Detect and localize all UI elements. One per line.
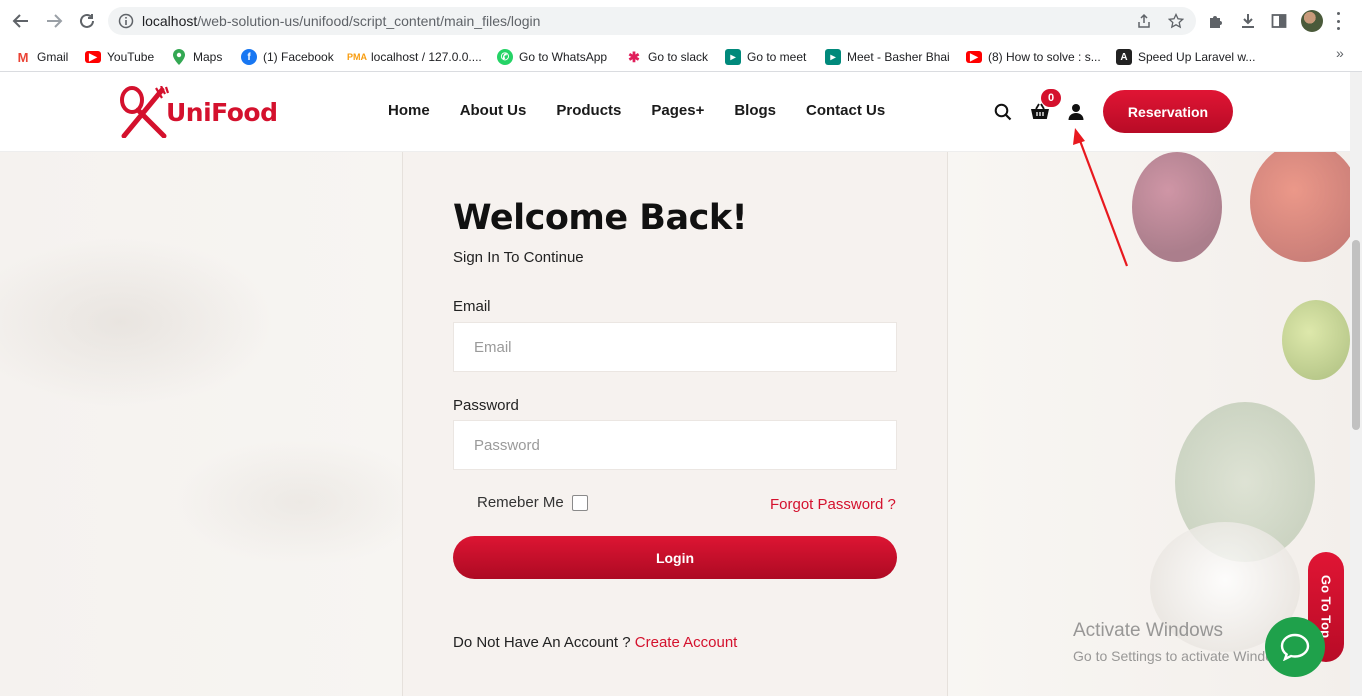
bookmark-meet[interactable]: ▸ Go to meet — [725, 46, 806, 68]
login-title: Welcome Back! — [453, 198, 748, 238]
remember-me: Remeber Me — [477, 494, 588, 511]
back-arrow-icon[interactable] — [9, 9, 33, 33]
laravel-icon: A — [1116, 49, 1132, 65]
search-icon[interactable] — [993, 102, 1013, 122]
email-field[interactable] — [454, 323, 896, 371]
nav-home[interactable]: Home — [388, 102, 430, 119]
reservation-button[interactable]: Reservation — [1103, 90, 1233, 133]
site-header: UniFood Home About Us Products Pages+ Bl… — [0, 72, 1350, 152]
nav-pages[interactable]: Pages+ — [651, 102, 704, 119]
maps-icon — [171, 49, 187, 65]
bookmark-youtube[interactable]: ▶ YouTube — [85, 46, 154, 68]
email-label: Email — [453, 298, 491, 315]
login-subtitle: Sign In To Continue — [453, 249, 584, 266]
bookmark-maps[interactable]: Maps — [171, 46, 222, 68]
password-field[interactable] — [454, 421, 896, 469]
youtube-icon: ▶ — [966, 51, 982, 63]
meet-icon: ▸ — [725, 49, 741, 65]
facebook-icon: f — [241, 49, 257, 65]
login-card: Welcome Back! Sign In To Continue Email … — [402, 152, 948, 696]
chat-button[interactable] — [1265, 617, 1325, 677]
nav-blogs[interactable]: Blogs — [734, 102, 776, 119]
info-icon[interactable] — [118, 13, 134, 34]
tomato-image — [1250, 142, 1350, 262]
fork-spoon-icon — [120, 86, 170, 138]
download-icon[interactable] — [1238, 11, 1258, 31]
create-account-link[interactable]: Create Account — [635, 634, 738, 651]
puzzle-icon[interactable] — [1206, 11, 1226, 31]
chevron-double-right-icon[interactable]: » — [1336, 45, 1344, 61]
youtube-icon: ▶ — [85, 51, 101, 63]
nav-contact-us[interactable]: Contact Us — [806, 102, 885, 119]
url-text: localhost/web-solution-us/unifood/script… — [142, 13, 541, 29]
password-field-wrapper — [453, 420, 897, 470]
chat-bubble-icon — [1280, 633, 1310, 661]
forgot-password-link[interactable]: Forgot Password ? — [770, 496, 896, 513]
login-button[interactable]: Login — [453, 536, 897, 579]
bookmark-youtube-how[interactable]: ▶ (8) How to solve : s... — [966, 46, 1101, 68]
logo[interactable]: UniFood — [116, 86, 278, 138]
slack-icon: ✱ — [628, 48, 640, 65]
page-scrollbar[interactable] — [1350, 72, 1362, 696]
whatsapp-icon: ✆ — [497, 49, 513, 65]
user-icon[interactable] — [1066, 102, 1086, 122]
page-background: UniFood Home About Us Products Pages+ Bl… — [0, 72, 1350, 696]
bookmark-phpmyadmin[interactable]: PMA localhost / 127.0.0.... — [347, 46, 482, 68]
bookmark-meet-basher[interactable]: ▸ Meet - Basher Bhai — [825, 46, 950, 68]
kebab-menu-icon[interactable] — [1336, 12, 1340, 30]
share-icon[interactable] — [1135, 12, 1153, 30]
phpmyadmin-icon: PMA — [347, 52, 367, 62]
gmail-icon: M — [17, 49, 29, 65]
activate-windows-watermark: Activate Windows Go to Settings to activ… — [1073, 620, 1294, 664]
logo-text: UniFood — [166, 97, 278, 127]
forward-arrow-icon[interactable] — [42, 9, 66, 33]
star-icon[interactable] — [1167, 12, 1185, 30]
bookmark-slack[interactable]: ✱ Go to slack — [626, 46, 708, 68]
remember-me-label: Remeber Me — [477, 494, 564, 511]
email-field-wrapper — [453, 322, 897, 372]
no-account-text: Do Not Have An Account ? Create Account — [453, 634, 737, 651]
plus-icon: + — [695, 102, 705, 119]
cart-count-badge: 0 — [1041, 89, 1061, 107]
bookmark-laravel[interactable]: A Speed Up Laravel w... — [1116, 46, 1255, 68]
nav-products[interactable]: Products — [556, 102, 621, 119]
profile-avatar[interactable] — [1301, 10, 1323, 32]
meet-icon: ▸ — [825, 49, 841, 65]
bookmark-whatsapp[interactable]: ✆ Go to WhatsApp — [497, 46, 607, 68]
password-label: Password — [453, 397, 519, 414]
nav-about-us[interactable]: About Us — [460, 102, 527, 119]
activate-windows-title: Activate Windows — [1073, 620, 1223, 641]
activate-windows-subtitle: Go to Settings to activate Windows. — [1073, 648, 1294, 664]
remember-me-checkbox[interactable] — [571, 494, 588, 511]
lime-image — [1282, 300, 1350, 380]
browser-toolbar: localhost/web-solution-us/unifood/script… — [0, 0, 1362, 42]
bookmark-gmail[interactable]: M Gmail — [15, 46, 69, 68]
address-bar[interactable]: localhost/web-solution-us/unifood/script… — [108, 7, 1196, 35]
onion-image — [1132, 152, 1222, 262]
go-to-top-label: Go To Top — [1318, 575, 1334, 639]
bookmark-facebook[interactable]: f (1) Facebook — [241, 46, 334, 68]
main-nav: Home About Us Products Pages+ Blogs Cont… — [388, 102, 915, 119]
nav-pages-label: Pages — [651, 102, 696, 119]
sidepanel-icon[interactable] — [1269, 11, 1289, 31]
scrollbar-thumb[interactable] — [1352, 240, 1360, 430]
no-account-label: Do Not Have An Account ? — [453, 634, 631, 651]
bookmarks-bar: M Gmail ▶ YouTube Maps f (1) Facebook PMA lo… — [0, 42, 1362, 72]
reload-icon[interactable] — [75, 9, 99, 33]
